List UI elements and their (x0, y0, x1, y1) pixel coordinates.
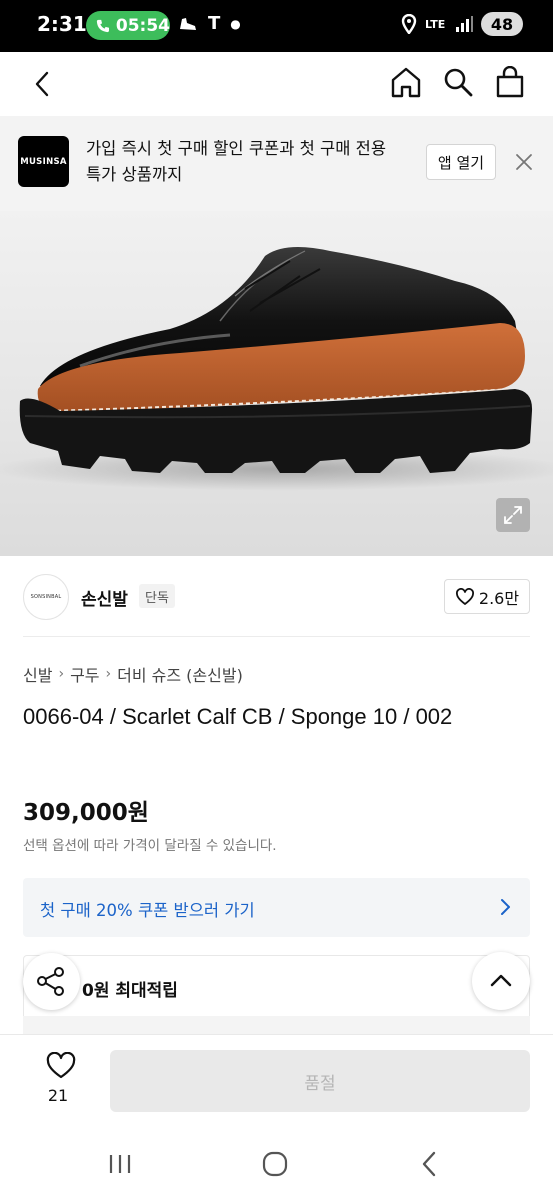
like-count: 2.6만 (478, 588, 520, 608)
app-promo-banner: MUSINSA 가입 즉시 첫 구매 할인 쿠폰과 첫 구매 전용 특가 상품까… (0, 116, 553, 211)
share-icon (37, 967, 64, 996)
call-timer: 05:54 (115, 15, 170, 36)
search-button[interactable] (439, 62, 477, 102)
sold-out-button[interactable]: 품절 (110, 1050, 530, 1112)
heart-outline-icon (46, 1051, 76, 1079)
home-circle-icon (262, 1151, 288, 1177)
carrier-icon: T (208, 13, 221, 34)
status-time: 2:31 (37, 12, 87, 36)
promo-close-button[interactable] (512, 150, 536, 174)
phone-icon (96, 19, 110, 32)
breadcrumb-item[interactable]: 더비 슈즈 (손신발) (117, 662, 243, 686)
back-arrow-icon (422, 1151, 436, 1177)
system-navigation-bar (0, 1130, 553, 1200)
breadcrumb: 신발 › 구두 › 더비 슈즈 (손신발) (23, 662, 243, 686)
status-bar: 2:31 05:54 T ● LTE 48 (0, 0, 553, 52)
open-app-button[interactable]: 앱 열기 (426, 144, 496, 180)
home-nav-button[interactable] (259, 1148, 291, 1180)
brand-name[interactable]: 손신발 (81, 585, 128, 610)
coupon-label: 첫 구매 20% 쿠폰 받으러 가기 (40, 901, 255, 920)
battery-level: 48 (490, 14, 514, 34)
expand-icon (504, 506, 522, 524)
first-purchase-coupon-banner[interactable]: 첫 구매 20% 쿠폰 받으러 가기 (23, 878, 530, 937)
close-icon (516, 154, 532, 170)
musinsa-logo: MUSINSA (18, 136, 69, 187)
home-icon (391, 67, 421, 98)
system-indicators: LTE 48 (401, 12, 523, 36)
location-icon (401, 14, 417, 34)
shoe-notification-icon (180, 17, 196, 30)
recent-apps-icon (109, 1155, 131, 1173)
recent-apps-button[interactable] (104, 1148, 136, 1180)
breadcrumb-item[interactable]: 신발 (23, 662, 52, 686)
shopping-bag-icon (496, 66, 524, 98)
home-button[interactable] (387, 62, 425, 102)
expand-image-button[interactable] (496, 498, 530, 532)
heart-icon (455, 587, 474, 605)
app-header (0, 52, 553, 116)
network-label: LTE (425, 17, 446, 31)
brand-like-button[interactable]: 2.6만 (444, 579, 530, 614)
cart-button[interactable] (491, 62, 529, 102)
breadcrumb-separator-icon: › (58, 666, 65, 682)
brand-logo-text: SONSINBAL (30, 594, 62, 600)
dot-icon: ● (230, 16, 241, 31)
points-detail-area (23, 1016, 530, 1036)
search-icon (444, 68, 473, 97)
share-button[interactable] (23, 953, 80, 1010)
product-price: 309,000원 (23, 800, 149, 826)
brand-logo[interactable]: SONSINBAL (23, 574, 69, 620)
price-note: 선택 옵션에 따라 가격이 달라질 수 있습니다. (23, 838, 277, 854)
call-indicator[interactable]: 05:54 (86, 11, 170, 40)
scroll-top-button[interactable] (472, 952, 530, 1010)
points-label: 0원 최대적립 (82, 981, 178, 1001)
wishlist-button[interactable]: 21 (36, 1051, 80, 1108)
chevron-up-icon (490, 974, 512, 987)
wishlist-count: 21 (47, 1086, 69, 1105)
product-title: 0066-04 / Scarlet Calf CB / Sponge 10 / … (23, 704, 453, 729)
exclusive-badge: 단독 (139, 584, 175, 608)
battery-indicator: 48 (481, 12, 523, 36)
breadcrumb-item[interactable]: 구두 (70, 662, 99, 686)
back-button[interactable] (24, 66, 60, 102)
chevron-left-icon (35, 71, 49, 97)
chevron-right-icon (501, 899, 510, 915)
notification-icons: T ● (178, 13, 241, 34)
musinsa-logo-text: MUSINSA (20, 156, 67, 167)
signal-icon (456, 16, 473, 32)
breadcrumb-separator-icon: › (105, 666, 112, 682)
promo-message: 가입 즉시 첫 구매 할인 쿠폰과 첫 구매 전용 특가 상품까지 (86, 139, 387, 184)
product-image[interactable] (0, 211, 553, 556)
shoe-image (0, 247, 553, 491)
divider (23, 636, 530, 637)
brand-row: SONSINBAL 손신발 단독 2.6만 (0, 556, 553, 638)
back-nav-button[interactable] (414, 1148, 446, 1180)
